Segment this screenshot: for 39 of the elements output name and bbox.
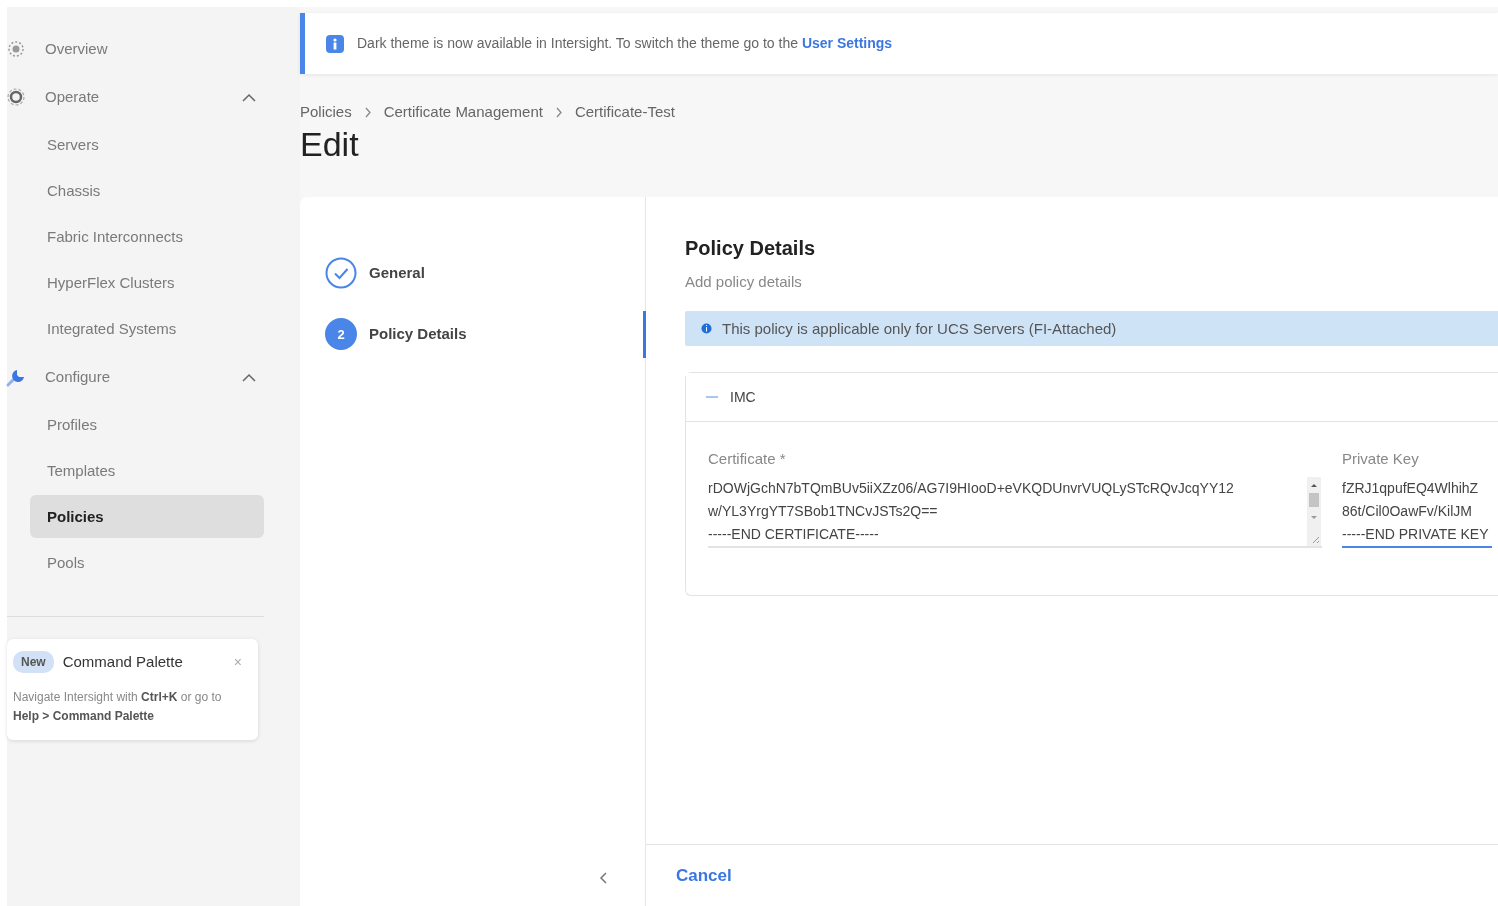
- breadcrumb-link[interactable]: Certificate-Test: [574, 101, 675, 124]
- field-label: Certificate *: [708, 449, 787, 470]
- step-number: 2: [325, 318, 357, 351]
- chevron-left-icon[interactable]: [599, 871, 609, 886]
- nav-section[interactable]: Overview: [7, 25, 300, 73]
- nav-item[interactable]: Servers: [30, 123, 264, 166]
- cancel-link[interactable]: Cancel: [676, 862, 732, 889]
- wizard-step[interactable]: General: [300, 242, 645, 304]
- close-button[interactable]: ×: [233, 651, 242, 673]
- nav-item[interactable]: Integrated Systems: [30, 307, 264, 350]
- nav-item[interactable]: Chassis: [30, 169, 264, 212]
- chevron-right-icon: [363, 106, 372, 118]
- new-badge: New: [13, 651, 54, 674]
- user-settings-link[interactable]: User Settings: [801, 35, 893, 51]
- page-title: Edit: [300, 125, 360, 163]
- nav-item[interactable]: Pools: [30, 541, 264, 584]
- wizard-step[interactable]: 2 Policy Details: [300, 303, 645, 365]
- nav-item[interactable]: Profiles: [30, 403, 264, 446]
- palette-description: Navigate Intersight with Ctrl+K or go to Help > Command Palette: [13, 688, 223, 725]
- nav-item[interactable]: Templates: [30, 449, 264, 492]
- section-subtitle: Add policy details: [685, 271, 803, 292]
- banner-message: Dark theme is now available in Intersight. To switch the theme go to the User Settings: [357, 34, 893, 53]
- gauge-icon: [5, 38, 27, 60]
- nav-item[interactable]: Fabric Interconnects: [30, 215, 264, 258]
- breadcrumb-link[interactable]: Policies: [300, 101, 352, 124]
- field-label: Private Key: [1342, 449, 1420, 470]
- breadcrumb-link[interactable]: Certificate Management: [383, 101, 543, 124]
- chevron-right-icon: [554, 106, 563, 118]
- section-title: Policy Details: [685, 235, 817, 261]
- scrollbar[interactable]: [1306, 476, 1322, 546]
- nav-section[interactable]: Operate: [7, 73, 300, 121]
- gear-icon: [5, 86, 27, 108]
- info-icon: [701, 323, 712, 335]
- info-icon: [325, 33, 345, 54]
- nav-item[interactable]: Policies: [30, 495, 264, 538]
- nav-item[interactable]: HyperFlex Clusters: [30, 261, 264, 304]
- palette-title: Command Palette: [62, 652, 184, 672]
- nav-section[interactable]: Configure: [7, 353, 300, 401]
- info-text: This policy is applicable only for UCS Servers (FI-Attached): [722, 318, 1117, 339]
